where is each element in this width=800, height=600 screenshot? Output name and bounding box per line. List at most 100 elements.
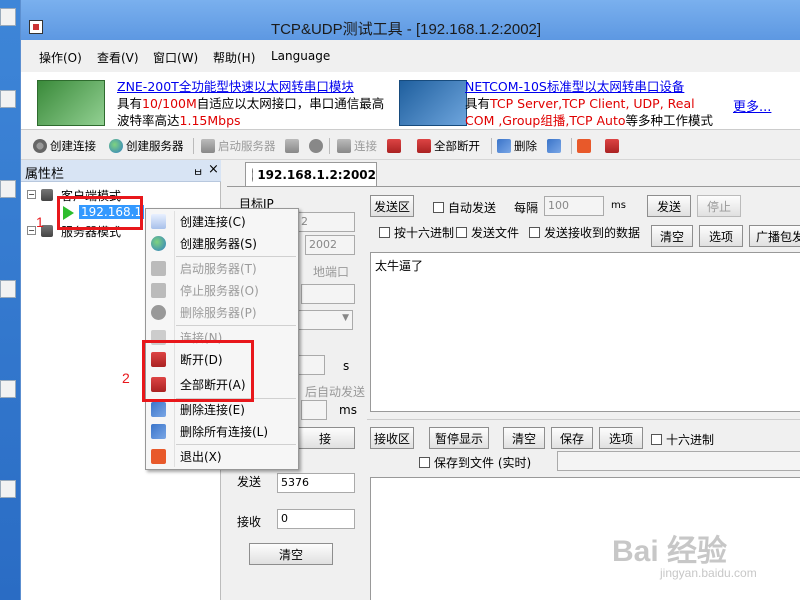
ctx-stop-server[interactable]: 停止服务器(O)	[146, 280, 298, 301]
interval-input[interactable]: 100	[544, 196, 604, 216]
desktop-file-icon[interactable]	[0, 180, 16, 198]
disconnect-button[interactable]	[387, 136, 401, 156]
recv-textarea[interactable]	[370, 477, 800, 600]
stop-button[interactable]: 停止	[697, 195, 741, 217]
exit-button[interactable]	[577, 136, 591, 156]
ctx-create-server[interactable]: 创建服务器(S)	[146, 233, 298, 254]
clear-count-button[interactable]: 清空	[249, 543, 333, 565]
delete-button[interactable]: 删除	[497, 136, 537, 156]
panel-title: 属性栏	[25, 167, 65, 182]
recv-count-label: 接收	[237, 515, 262, 529]
local-port-label: 地端口	[313, 265, 350, 279]
interval-field[interactable]	[297, 355, 325, 375]
zne-module-image[interactable]	[37, 80, 105, 126]
ctx-create-connection[interactable]: 创建连接(C)	[146, 211, 298, 232]
desktop-file-icon[interactable]	[0, 90, 16, 108]
server-icon	[285, 139, 299, 153]
more-link[interactable]: 更多...	[733, 96, 771, 115]
desktop-file-icon[interactable]	[0, 280, 16, 298]
pause-display-button[interactable]: 暂停显示	[429, 427, 489, 449]
tool-button[interactable]	[605, 136, 619, 156]
menu-window[interactable]: 窗口(W)	[153, 49, 198, 66]
stop-server-button[interactable]	[285, 136, 299, 156]
tree-expand-icon[interactable]: −	[27, 190, 36, 199]
tree-expand-icon[interactable]: −	[27, 226, 36, 235]
tab-connection[interactable]: 192.168.1.2:2002	[245, 162, 377, 186]
connect-button[interactable]: 连接	[337, 136, 377, 156]
menu-view[interactable]: 查看(V)	[97, 49, 139, 66]
desktop-file-icon[interactable]	[0, 8, 16, 26]
ctx-delete-server[interactable]: 删除服务器(P)	[146, 302, 298, 323]
delete-server-button[interactable]	[309, 136, 323, 156]
tab-bar: 192.168.1.2:2002	[227, 160, 800, 186]
title-bar[interactable]: TCP&UDP测试工具 - [192.168.1.2:2002]	[21, 0, 800, 40]
recv-options-button[interactable]: 选项	[599, 427, 643, 449]
ctx-exit[interactable]: 退出(X)	[146, 446, 298, 467]
send-received-checkbox[interactable]: 发送接收到的数据	[529, 224, 640, 241]
connect-toggle-button[interactable]: 接	[295, 427, 355, 449]
connection-icon	[151, 214, 166, 229]
menu-operate[interactable]: 操作(O)	[39, 49, 82, 66]
toolbar: 创建连接 创建服务器 启动服务器 连接 全部断开 删除	[21, 132, 800, 160]
recv-save-button[interactable]: 保存	[551, 427, 593, 449]
start-server-button[interactable]: 启动服务器	[201, 136, 276, 156]
ad2-text: NETCOM-10S标准型以太网转串口设备 具有TCP Server,TCP C…	[465, 78, 714, 128]
broadcast-button[interactable]: 广播包发	[749, 225, 800, 247]
send-area-tab[interactable]: 发送区	[370, 195, 414, 217]
menu-language[interactable]: Language	[271, 49, 330, 63]
save-path-field[interactable]	[557, 451, 800, 471]
delete-icon	[151, 402, 166, 417]
watermark-url: jingyan.baidu.com	[660, 566, 757, 580]
delete-all-button[interactable]	[547, 136, 561, 156]
close-icon[interactable]: ×	[208, 162, 219, 177]
send-file-checkbox[interactable]: 发送文件	[456, 224, 519, 241]
delete-icon	[497, 139, 511, 153]
client-node-icon	[41, 189, 53, 201]
interval-unit: ms	[611, 200, 626, 211]
target-port-field[interactable]: 2002	[305, 235, 355, 255]
ad-banner: ZNE-200T全功能型快速以太网转串口模块 具有10/100M自适应以太网接口…	[21, 72, 800, 130]
desktop-file-icon[interactable]	[0, 380, 16, 398]
window-title: TCP&UDP测试工具 - [192.168.1.2:2002]	[270, 21, 542, 38]
recv-clear-button[interactable]: 清空	[503, 427, 545, 449]
menu-help[interactable]: 帮助(H)	[213, 49, 255, 66]
ad1-link[interactable]: ZNE-200T全功能型快速以太网转串口模块	[117, 78, 384, 95]
highlight-box-step1	[57, 196, 143, 230]
ms-label: ms	[339, 403, 357, 417]
ctx-start-server[interactable]: 启动服务器(T)	[146, 258, 298, 279]
auto-send-checkbox[interactable]: 自动发送	[433, 199, 496, 216]
ctx-delete-all-connections[interactable]: 删除所有连接(L)	[146, 421, 298, 442]
ctx-delete-connection[interactable]: 删除连接(E)	[146, 399, 298, 420]
menu-bar: 操作(O) 查看(V) 窗口(W) 帮助(H) Language	[21, 44, 800, 68]
send-textarea[interactable]: 太牛逼了	[370, 252, 800, 412]
tool-icon	[605, 139, 619, 153]
recv-area-tab[interactable]: 接收区	[370, 427, 414, 449]
app-icon	[29, 20, 43, 34]
type-select[interactable]: ▼	[297, 310, 353, 330]
recv-hex-checkbox[interactable]: 十六进制	[651, 431, 714, 448]
ad2-link[interactable]: NETCOM-10S标准型以太网转串口设备	[465, 78, 713, 95]
send-options-button[interactable]: 选项	[699, 225, 743, 247]
desktop-file-icon[interactable]	[0, 480, 16, 498]
create-connection-button[interactable]: 创建连接	[33, 136, 96, 156]
server-icon	[151, 261, 166, 276]
target-ip-field[interactable]: 2	[297, 212, 355, 232]
delete-all-icon	[547, 139, 561, 153]
create-server-button[interactable]: 创建服务器	[109, 136, 184, 156]
connection-icon	[33, 139, 47, 153]
send-button[interactable]: 发送	[647, 195, 691, 217]
hex-send-checkbox[interactable]: 按十六进制	[379, 224, 454, 241]
panel-header: 属性栏 ㅂ ×	[21, 160, 221, 182]
stop-icon	[309, 139, 323, 153]
interval-label: 每隔	[514, 201, 539, 215]
disconnect-all-button[interactable]: 全部断开	[417, 136, 480, 156]
auto-send-field[interactable]	[301, 400, 327, 420]
pin-icon[interactable]: ㅂ	[193, 164, 203, 180]
server-icon	[151, 283, 166, 298]
send-clear-button[interactable]: 清空	[651, 225, 693, 247]
save-to-file-checkbox[interactable]: 保存到文件 (实时)	[419, 454, 531, 471]
local-port-field[interactable]	[301, 284, 355, 304]
connection-icon	[252, 167, 254, 182]
context-menu: 创建连接(C) 创建服务器(S) 启动服务器(T) 停止服务器(O) 删除服务器…	[145, 208, 299, 470]
netcom-device-image[interactable]	[399, 80, 467, 126]
